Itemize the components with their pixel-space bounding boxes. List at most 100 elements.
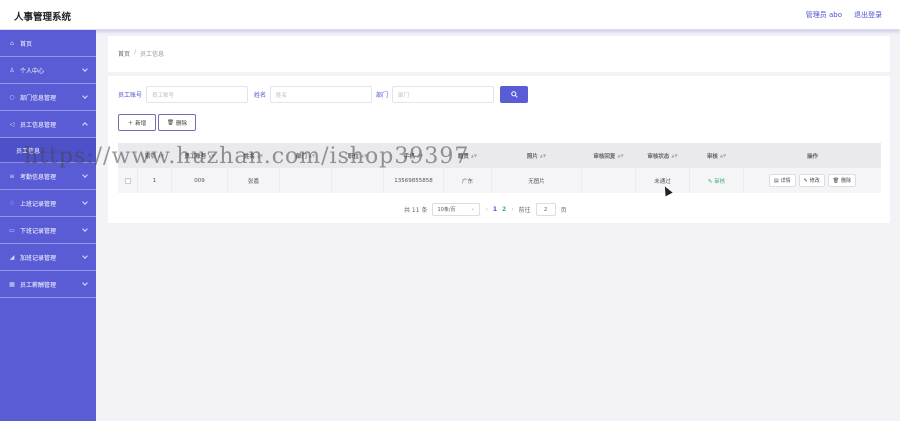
send-icon: ◁ xyxy=(9,120,15,128)
row-checkbox-cell xyxy=(118,168,138,193)
chevron-down-icon xyxy=(82,66,88,72)
sidebar-item-label: 考勤信息管理 xyxy=(20,173,57,181)
sidebar-item-checkout[interactable]: ▭ 下班记录管理 xyxy=(0,217,96,244)
add-button-label: 新增 xyxy=(135,120,147,127)
goto-label: 前往 xyxy=(518,207,531,214)
sidebar-item-label: 首页 xyxy=(20,40,33,48)
delete-button-label: 删除 xyxy=(175,120,187,127)
sidebar-item-department[interactable]: ○ 部门信息管理 xyxy=(0,84,96,111)
search-icon xyxy=(510,91,518,98)
goto-page-input[interactable]: 2 xyxy=(535,203,556,216)
header-audit[interactable]: 审核 ▲▼ xyxy=(690,143,744,168)
sidebar-item-label: 员工薪酬管理 xyxy=(20,281,57,289)
chart-icon: ◢ xyxy=(9,253,15,261)
breadcrumb-current: 员工信息 xyxy=(140,51,165,58)
plus-icon: ＋ xyxy=(127,120,134,127)
dept-input[interactable]: 部门 xyxy=(392,86,495,103)
detail-button[interactable]: ▤ 详情 xyxy=(768,174,796,187)
employee-no-input[interactable]: 员工账号 xyxy=(146,86,249,103)
row-checkbox[interactable] xyxy=(124,177,131,184)
logout-link[interactable]: 退出登录 xyxy=(854,10,882,20)
action-buttons: ＋ 新增 🗑 删除 xyxy=(118,114,196,131)
sort-icon: ▲▼ xyxy=(470,153,478,158)
sidebar-item-salary[interactable]: ▦ 员工薪酬管理 xyxy=(0,271,96,298)
delete-button[interactable]: 🗑 删除 xyxy=(158,114,196,131)
page-suffix: 页 xyxy=(560,207,567,214)
sidebar-item-label: 加班记录管理 xyxy=(20,254,57,262)
message-icon: ▭ xyxy=(9,226,15,234)
cell-photo: 无图片 xyxy=(492,168,582,193)
cell-name: 张嘉 xyxy=(228,168,280,193)
search-button[interactable] xyxy=(500,86,529,103)
app-title: 人事管理系统 xyxy=(14,12,72,23)
chevron-up-icon xyxy=(82,122,88,128)
breadcrumb-home[interactable]: 首页 xyxy=(118,49,130,58)
employee-no-label: 员工账号 xyxy=(118,92,143,99)
header-operations: 操作 xyxy=(806,153,818,160)
sidebar-item-label: 下班记录管理 xyxy=(20,227,57,235)
list-icon: ≡ xyxy=(9,172,15,180)
chat-icon: ○ xyxy=(9,93,15,101)
chevron-down-icon xyxy=(82,226,88,232)
cell-employee-no: 009 xyxy=(172,168,228,193)
cell-index: 1 xyxy=(138,168,172,193)
sidebar-item-overtime[interactable]: ◢ 加班记录管理 xyxy=(0,244,96,271)
cell-audit: ✎ 审核 xyxy=(690,168,744,193)
cell-audit-reply xyxy=(582,168,636,193)
cell-operations: ▤ 详情 ✎ 修改 🗑 删除 xyxy=(744,168,881,193)
breadcrumb-card: 首页 / 员工信息 xyxy=(108,36,890,72)
header-photo[interactable]: 照片 ▲▼ xyxy=(492,143,582,168)
row-delete-button[interactable]: 🗑 删除 xyxy=(827,174,857,187)
sidebar-item-checkin[interactable]: ♢ 上班记录管理 xyxy=(0,190,96,217)
sidebar-item-employee[interactable]: ◁ 员工信息管理 xyxy=(0,111,96,138)
search-bar: 员工账号 员工账号 姓名 姓名 部门 部门 xyxy=(118,86,529,103)
name-input[interactable]: 姓名 xyxy=(270,86,373,103)
user-menu[interactable]: 管理员 abo xyxy=(806,10,842,20)
sidebar-item-label: 上班记录管理 xyxy=(20,200,57,208)
cell-dept xyxy=(280,168,332,193)
page-2[interactable]: 2 xyxy=(502,206,506,213)
grid-icon: ▦ xyxy=(9,280,15,288)
cell-phone: 13569855858 xyxy=(384,168,444,193)
sidebar-item-label: 个人中心 xyxy=(20,67,45,75)
chevron-down-icon xyxy=(82,93,88,99)
chevron-down-icon xyxy=(82,199,88,205)
page-size-select[interactable]: 10条/页 xyxy=(432,203,481,216)
sidebar: ⌂ 首页 ♙ 个人中心 ○ 部门信息管理 ◁ 员工信息管理 员工信息 ≡ 考勤信… xyxy=(0,30,96,421)
top-bar: 人事管理系统 管理员 abo 退出登录 xyxy=(0,0,900,30)
chevron-down-icon xyxy=(82,172,88,178)
sort-icon: ▲▼ xyxy=(539,153,547,158)
document-icon: ▤ xyxy=(773,177,779,184)
sidebar-item-personal[interactable]: ♙ 个人中心 xyxy=(0,57,96,84)
dept-label: 部门 xyxy=(376,92,389,99)
chevron-down-icon xyxy=(82,253,88,259)
cell-hometown: 广东 xyxy=(444,168,492,193)
edit-icon: ✎ xyxy=(803,177,808,184)
add-button[interactable]: ＋ 新增 xyxy=(118,114,156,131)
trash-icon: 🗑 xyxy=(832,177,840,184)
sidebar-item-home[interactable]: ⌂ 首页 xyxy=(0,30,96,57)
name-label: 姓名 xyxy=(254,92,267,99)
page-1[interactable]: 1 xyxy=(493,206,497,213)
header-audit-reply[interactable]: 审核回复 ▲▼ xyxy=(582,143,636,168)
user-icon: ♙ xyxy=(9,66,15,74)
edit-button[interactable]: ✎ 修改 xyxy=(798,174,825,187)
header-audit-status[interactable]: 审核状态 ▲▼ xyxy=(636,143,690,168)
audit-link[interactable]: ✎ 审核 xyxy=(708,177,725,185)
chevron-down-icon xyxy=(82,280,88,286)
breadcrumb-separator: / xyxy=(134,49,137,56)
sort-icon: ▲▼ xyxy=(617,153,624,158)
watermark: https://www.huzhan.com/ishop39397 xyxy=(24,144,470,169)
sort-icon: ▲▼ xyxy=(671,153,678,158)
top-right-menu: 管理员 abo 退出登录 xyxy=(806,10,882,20)
home-icon: ⌂ xyxy=(10,39,14,47)
sort-icon: ▲▼ xyxy=(719,153,727,158)
breadcrumb: 首页 / 员工信息 xyxy=(118,49,164,58)
prev-page-icon[interactable]: ‹ xyxy=(485,206,487,213)
trash-icon: 🗑 xyxy=(167,119,174,126)
pagination: 共 11 条 10条/页 ‹ 1 2 › 前往 2 页 xyxy=(404,203,567,216)
pagination-total: 共 11 条 xyxy=(404,207,428,214)
sidebar-item-label: 部门信息管理 xyxy=(20,94,57,102)
next-page-icon[interactable]: › xyxy=(511,206,513,213)
bell-icon: ♢ xyxy=(9,199,15,207)
